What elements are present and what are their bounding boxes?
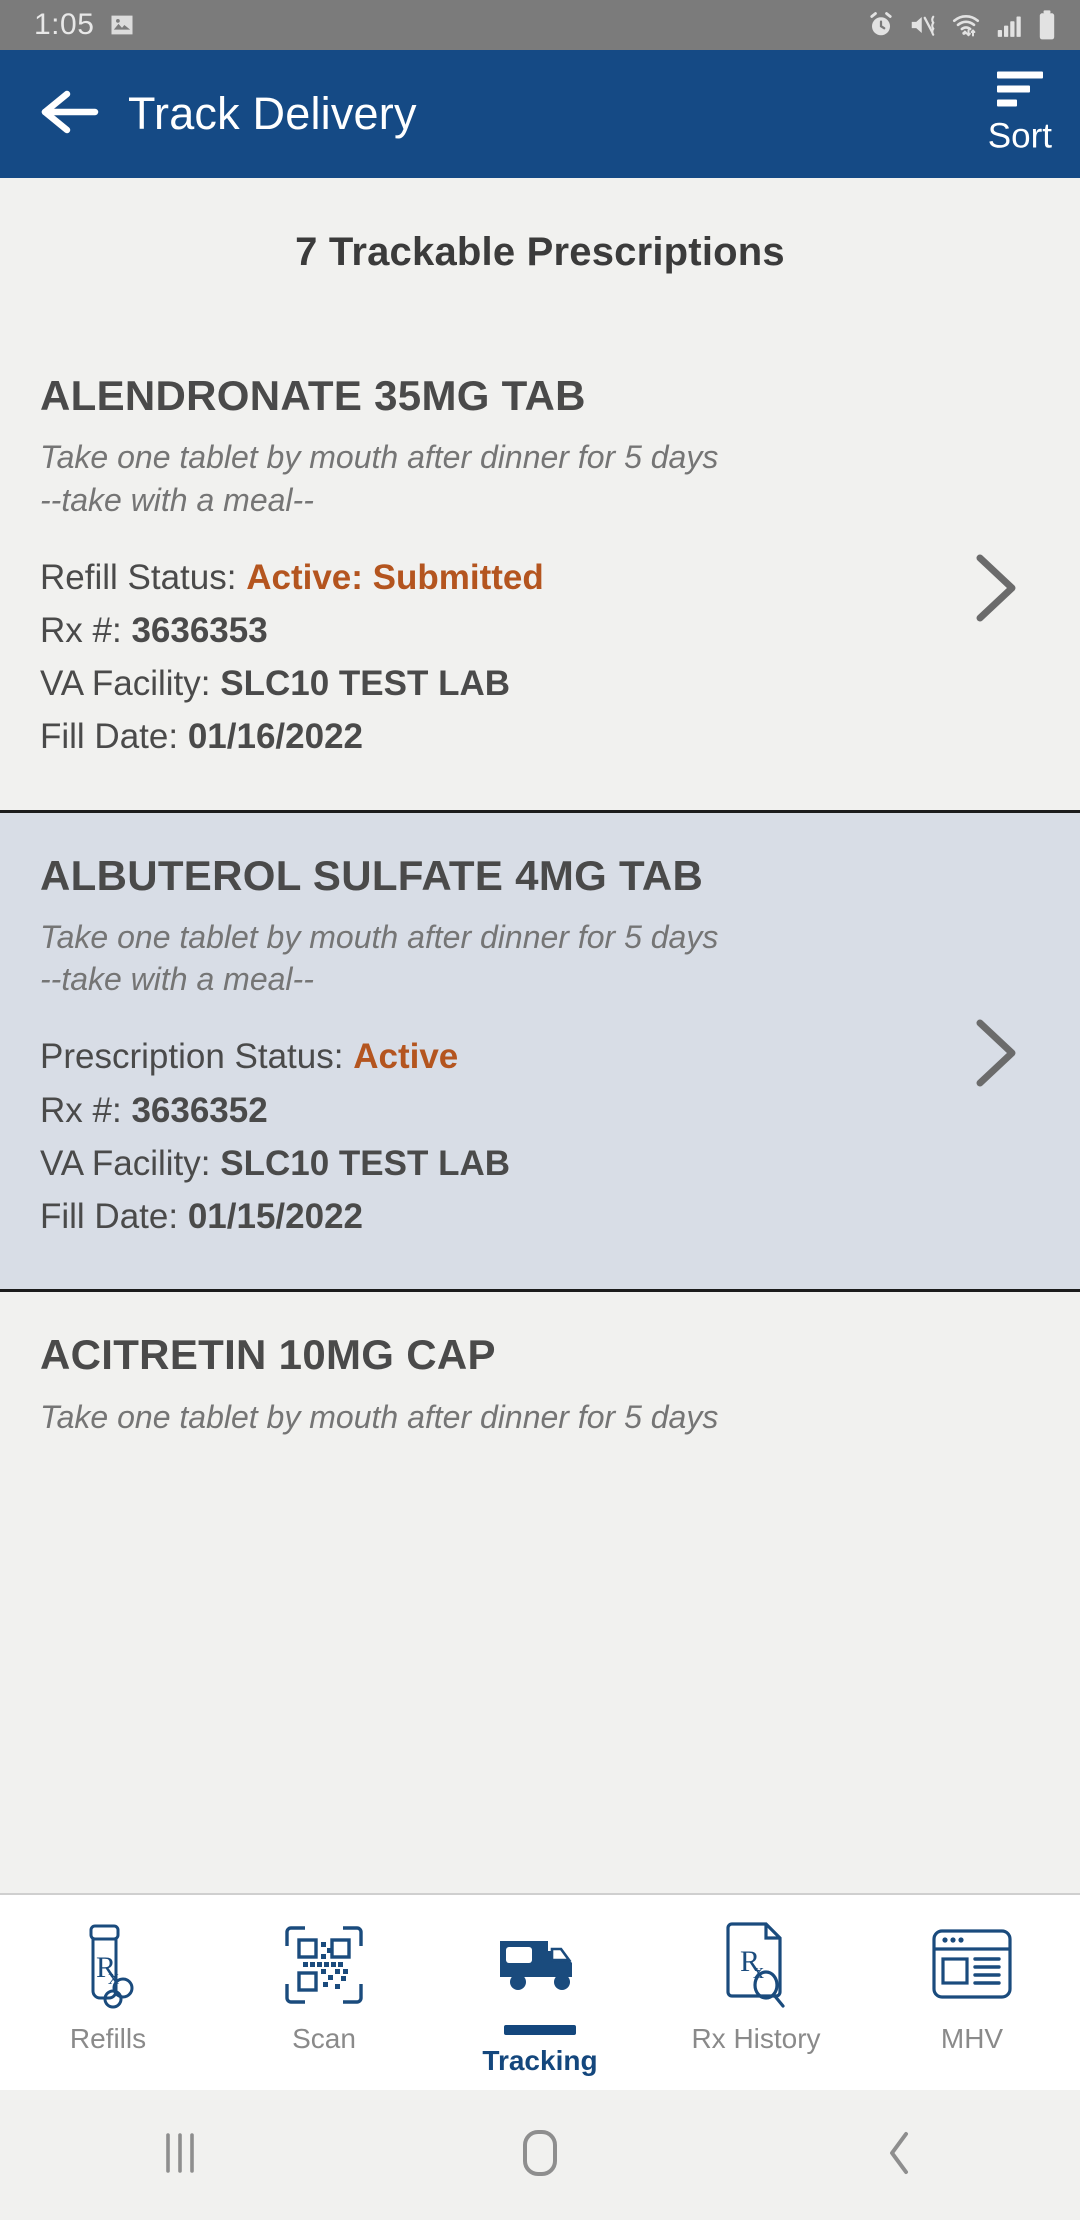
recents-button[interactable] <box>120 2095 240 2215</box>
status-row: Prescription Status: Active <box>40 1030 1040 1083</box>
rx-number-row: Rx #: 3636352 <box>40 1084 1040 1137</box>
prescription-card[interactable]: ALBUTEROL SULFATE 4MG TAB Take one table… <box>0 809 1080 1293</box>
prescription-details: Refill Status: Active: Submitted Rx #: 3… <box>40 551 1040 764</box>
sig-line-1: Take one tablet by mouth after dinner fo… <box>40 439 719 476</box>
tab-label: Refills <box>69 2023 147 2054</box>
tab-mhv[interactable]: MHV <box>872 1917 1072 2055</box>
sig-line-2: --take with a meal-- <box>40 961 314 998</box>
delivery-truck-icon <box>494 1917 586 2013</box>
status-label: Prescription Status: <box>40 1037 344 1077</box>
facility-row: VA Facility: SLC10 TEST LAB <box>40 1137 1040 1190</box>
fill-date-label: Fill Date: <box>40 1196 179 1236</box>
image-icon <box>108 11 136 39</box>
status-bar: 1:05 <box>0 0 1080 50</box>
clock-time: 1:05 <box>34 8 95 41</box>
prescription-sig: Take one tablet by mouth after dinner fo… <box>40 916 820 1000</box>
fill-date-value: 01/15/2022 <box>187 1196 363 1236</box>
prescription-card[interactable]: ALENDRONATE 35MG TAB Take one tablet by … <box>0 275 1080 810</box>
status-bar-right <box>866 9 1058 41</box>
tab-tracking[interactable]: Tracking <box>440 1917 640 2077</box>
facility-row: VA Facility: SLC10 TEST LAB <box>40 657 1040 710</box>
sig-line-2: --take with a meal-- <box>40 481 314 518</box>
tab-label: Rx History <box>691 2023 821 2054</box>
prescription-sig: Take one tablet by mouth after dinner fo… <box>40 436 820 520</box>
page-title: Track Delivery <box>128 88 417 139</box>
facility-value: SLC10 TEST LAB <box>220 664 511 704</box>
wifi-icon <box>950 10 982 40</box>
tab-label: Tracking <box>482 2045 598 2076</box>
facility-label: VA Facility: <box>40 1143 211 1183</box>
rx-number-row: Rx #: 3636353 <box>40 604 1040 657</box>
rx-document-search-icon: R x <box>716 1917 796 2013</box>
web-page-icon <box>929 1917 1015 2013</box>
fill-date-value: 01/16/2022 <box>187 717 363 757</box>
status-bar-left: 1:05 <box>34 8 136 42</box>
sort-icon <box>996 71 1043 107</box>
prescription-name: ALBUTEROL SULFATE 4MG TAB <box>40 851 704 899</box>
qr-scan-icon <box>283 1917 365 2013</box>
tab-label: MHV <box>940 2023 1004 2054</box>
chevron-right-icon[interactable] <box>966 548 1026 628</box>
fill-date-label: Fill Date: <box>40 717 179 757</box>
system-back-button[interactable] <box>840 2095 960 2215</box>
status-row: Refill Status: Active: Submitted <box>40 551 1040 604</box>
system-back-icon <box>880 2126 920 2185</box>
rx-number-value: 3636353 <box>131 611 268 651</box>
app-bar: Track Delivery Sort <box>0 50 1080 178</box>
recents-icon <box>158 2127 202 2184</box>
status-label: Refill Status: <box>40 557 237 597</box>
tab-refills[interactable]: R x Refills <box>8 1917 208 2055</box>
prescription-name: ACITRETIN 10MG CAP <box>40 1331 496 1379</box>
chevron-right-icon[interactable] <box>966 1013 1026 1093</box>
alarm-icon <box>866 10 896 40</box>
prescription-name: ALENDRONATE 35MG TAB <box>40 372 586 419</box>
sig-line-1: Take one tablet by mouth after dinner fo… <box>40 1398 719 1435</box>
rx-number-label: Rx #: <box>40 1090 122 1130</box>
pill-bottle-rx-icon: R x <box>68 1917 148 2013</box>
sig-line-1: Take one tablet by mouth after dinner fo… <box>40 918 719 955</box>
facility-label: VA Facility: <box>40 664 211 704</box>
facility-value: SLC10 TEST LAB <box>220 1143 511 1183</box>
fill-date-row: Fill Date: 01/15/2022 <box>40 1190 1040 1243</box>
tab-scan[interactable]: Scan <box>224 1917 424 2055</box>
cellular-signal-icon <box>994 10 1024 40</box>
battery-icon <box>1036 9 1058 41</box>
list-heading: 7 Trackable Prescriptions <box>295 230 785 274</box>
rx-number-value: 3636352 <box>131 1090 268 1130</box>
active-tab-indicator <box>504 2025 576 2035</box>
system-navigation-bar <box>0 2090 1080 2220</box>
mute-vibrate-icon <box>908 10 938 40</box>
bottom-tab-bar: R x Refills Scan Tracking R x Rx History… <box>0 1893 1080 2090</box>
back-button[interactable] <box>34 78 106 150</box>
rx-number-label: Rx #: <box>40 611 122 651</box>
sort-label: Sort <box>987 116 1052 156</box>
sort-button[interactable]: Sort <box>987 71 1052 157</box>
tab-label: Scan <box>292 2023 356 2054</box>
tab-rx-history[interactable]: R x Rx History <box>656 1917 856 2055</box>
fill-date-row: Fill Date: 01/16/2022 <box>40 710 1040 763</box>
phone-screen: 1:05 Track Delivery Sort 7 Trackable Pre… <box>0 0 1080 2220</box>
status-badge: Active <box>353 1037 459 1077</box>
prescription-sig: Take one tablet by mouth after dinner fo… <box>40 1396 820 1438</box>
back-arrow-icon <box>37 86 103 143</box>
prescription-details: Prescription Status: Active Rx #: 363635… <box>40 1030 1040 1243</box>
home-button[interactable] <box>480 2095 600 2215</box>
status-badge: Active: Submitted <box>246 557 544 597</box>
prescription-card[interactable]: ACITRETIN 10MG CAP Take one tablet by mo… <box>0 1292 1080 1438</box>
home-icon <box>517 2126 563 2185</box>
